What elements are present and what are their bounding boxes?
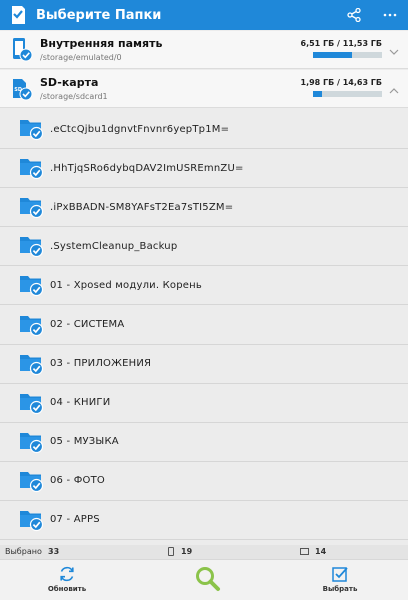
search-button[interactable] xyxy=(188,560,228,600)
folder-row[interactable]: 01 - Xposed модули. Корень xyxy=(0,266,408,306)
folder-check-icon[interactable] xyxy=(19,469,45,493)
chevron-down-icon[interactable] xyxy=(388,43,400,55)
folder-check-icon[interactable] xyxy=(19,273,45,297)
folder-check-icon[interactable] xyxy=(19,234,45,258)
search-icon xyxy=(196,567,220,591)
more-options-button[interactable] xyxy=(378,0,402,30)
chevron-up-icon[interactable] xyxy=(388,82,400,94)
share-icon xyxy=(347,8,361,22)
folder-row[interactable]: .eCtcQjbu1dgnvtFnvnr6yepTp1M= xyxy=(0,110,408,150)
folder-check-icon[interactable] xyxy=(19,313,45,337)
folder-name: .SystemCleanup_Backup xyxy=(50,240,178,252)
folder-list[interactable]: .eCtcQjbu1dgnvtFnvnr6yepTp1M= .HhTjqSRo6… xyxy=(0,110,408,540)
page-title: Выберите Папки xyxy=(36,7,162,23)
refresh-label: Обновить xyxy=(47,585,87,593)
folder-check-icon[interactable] xyxy=(19,117,45,141)
device-count: 19 xyxy=(181,547,193,556)
phone-icon xyxy=(168,547,174,556)
folder-name: .eCtcQjbu1dgnvtFnvnr6yepTp1M= xyxy=(50,123,230,135)
refresh-icon xyxy=(60,566,74,582)
storage-usage-bar xyxy=(313,91,382,97)
folder-name: 01 - Xposed модули. Корень xyxy=(50,279,202,291)
sd-count: 14 xyxy=(315,547,327,556)
select-button[interactable]: Выбрать xyxy=(313,560,367,600)
checkbox-icon xyxy=(332,567,348,582)
app-bar: Выберите Папки xyxy=(0,0,408,30)
storage-name: Внутренняя память xyxy=(40,37,163,50)
storage-size: 1,98 ГБ / 14,63 ГБ xyxy=(300,78,383,87)
folder-check-icon[interactable] xyxy=(19,195,45,219)
folder-row[interactable]: 06 - ФОТО xyxy=(0,462,408,501)
selected-count: 33 xyxy=(48,547,60,556)
sd-card-check-icon xyxy=(9,5,27,25)
folder-name: 03 - ПРИЛОЖЕНИЯ xyxy=(50,358,152,370)
folder-name: 02 - СИСТЕМА xyxy=(50,319,125,331)
folder-row[interactable]: 02 - СИСТЕМА xyxy=(0,305,408,345)
storage-name: SD-карта xyxy=(40,76,99,89)
bottom-toolbar: Обновить Выбрать xyxy=(0,559,408,600)
folder-row[interactable]: 04 - КНИГИ xyxy=(0,384,408,423)
folder-check-icon[interactable] xyxy=(19,508,45,532)
storage-path: /storage/emulated/0 xyxy=(40,53,122,62)
folder-name: 05 - МУЗЫКА xyxy=(50,436,119,448)
folder-check-icon[interactable] xyxy=(19,156,45,180)
folder-check-icon[interactable] xyxy=(19,352,45,376)
folder-row[interactable]: 05 - МУЗЫКА xyxy=(0,423,408,462)
folder-row[interactable]: .iPxBBADN-SM8YAFsT2Ea7sTI5ZM= xyxy=(0,188,408,228)
storage-internal[interactable]: Внутренняя память /storage/emulated/0 6,… xyxy=(0,31,408,69)
selection-status-bar: Выбрано 33 19 14 xyxy=(0,545,408,559)
folder-name: .iPxBBADN-SM8YAFsT2Ea7sTI5ZM= xyxy=(50,201,234,213)
phone-check-icon xyxy=(11,37,35,63)
select-label: Выбрать xyxy=(322,585,358,593)
storage-sdcard[interactable]: SD SD-карта /storage/sdcard1 1,98 ГБ / 1… xyxy=(0,70,408,108)
more-vert-icon xyxy=(383,13,397,17)
folder-name: 04 - КНИГИ xyxy=(50,397,111,409)
storage-size: 6,51 ГБ / 11,53 ГБ xyxy=(300,39,383,48)
storage-usage-bar xyxy=(313,52,382,58)
selected-label: Выбрано xyxy=(5,547,42,556)
sd-card-icon xyxy=(300,548,309,555)
folder-row[interactable]: .SystemCleanup_Backup xyxy=(0,227,408,267)
folder-row[interactable]: .HhTjqSRo6dybqDAV2ImUSREmnZU= xyxy=(0,149,408,189)
storage-path: /storage/sdcard1 xyxy=(40,92,108,101)
folder-name: 06 - ФОТО xyxy=(50,475,105,487)
folder-row[interactable]: 03 - ПРИЛОЖЕНИЯ xyxy=(0,345,408,384)
folder-row[interactable]: 07 - APPS xyxy=(0,501,408,540)
folder-check-icon[interactable] xyxy=(19,430,45,454)
folder-name: .HhTjqSRo6dybqDAV2ImUSREmnZU= xyxy=(50,162,244,174)
refresh-button[interactable]: Обновить xyxy=(40,560,94,600)
folder-check-icon[interactable] xyxy=(19,391,45,415)
sd-card-check-icon: SD xyxy=(11,76,35,102)
folder-name: 07 - APPS xyxy=(50,514,100,526)
share-button[interactable] xyxy=(340,0,368,30)
